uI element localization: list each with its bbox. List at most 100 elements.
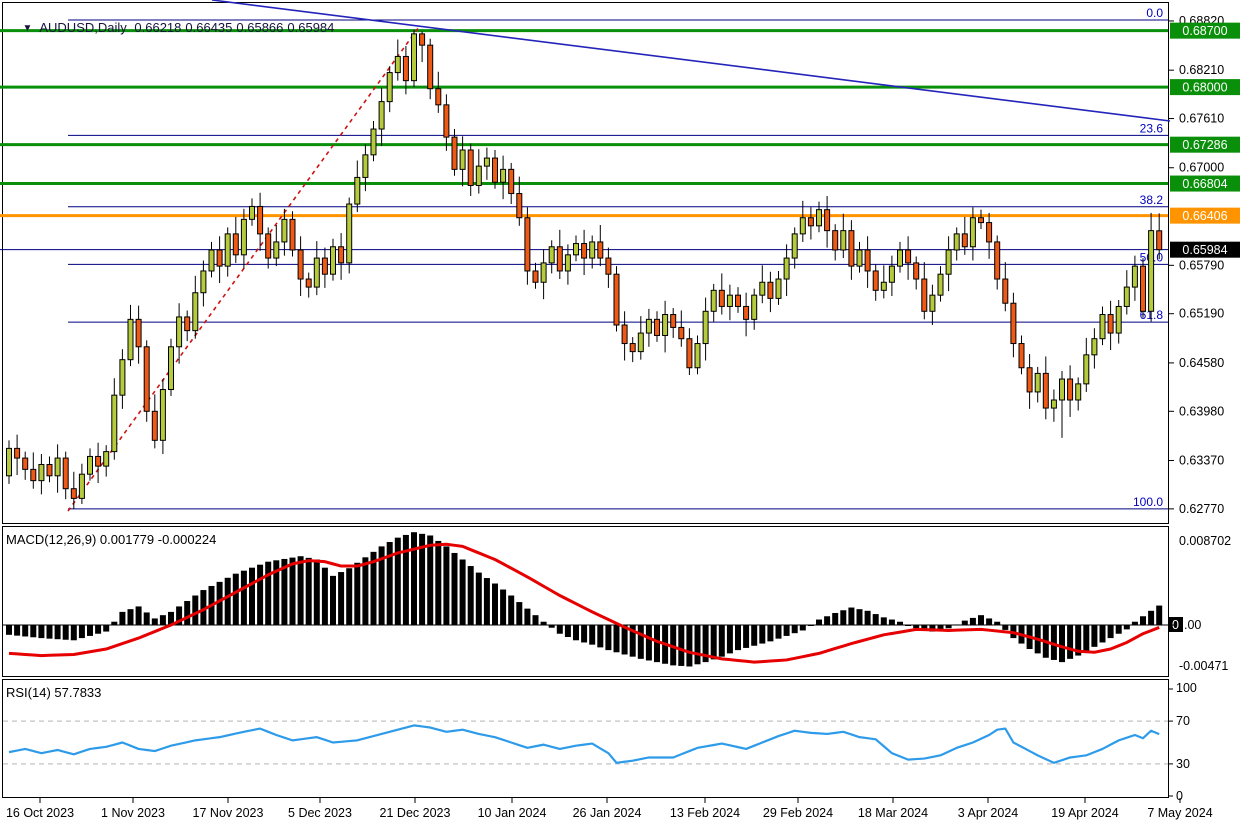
macd-bar <box>978 615 984 625</box>
macd-bar <box>840 610 846 625</box>
candle-body <box>120 360 125 395</box>
candle-body <box>1060 379 1065 400</box>
macd-bar <box>290 558 296 625</box>
candle-body <box>88 456 93 474</box>
macd-bar <box>857 609 863 625</box>
macd-bar <box>6 625 12 635</box>
candle-body <box>79 474 84 498</box>
candle-body <box>452 137 457 169</box>
candle-body <box>47 465 52 476</box>
macd-bar <box>565 625 571 637</box>
candle-body <box>1068 379 1073 400</box>
price-tick-label: 0.67610 <box>1179 112 1224 126</box>
candle-body <box>857 250 862 266</box>
macd-zero-label: .00 <box>1184 618 1201 632</box>
macd-bar <box>605 625 611 650</box>
macd-bar <box>832 613 838 625</box>
candle-body <box>233 234 238 255</box>
candle-body <box>1027 368 1032 392</box>
macd-bar <box>711 625 717 659</box>
fib-label-38.2: 38.2 <box>1140 193 1164 207</box>
candle-body <box>412 34 417 81</box>
candle-body <box>582 244 587 259</box>
candle-body <box>646 319 651 333</box>
candle-body <box>719 290 724 306</box>
candle-body <box>1035 373 1040 392</box>
candle-body <box>331 247 336 274</box>
macd-bar <box>678 625 684 666</box>
macd-bar <box>646 625 652 660</box>
price-tick-label: 0.67000 <box>1179 161 1224 175</box>
macd-bar <box>184 601 190 625</box>
macd-min-label: -0.00471 <box>1179 659 1228 673</box>
candle-body <box>622 325 627 344</box>
candle-body <box>1124 287 1129 306</box>
macd-bar <box>452 553 458 625</box>
candle-body <box>420 34 425 45</box>
macd-bar <box>792 625 798 633</box>
macd-bar <box>954 624 960 625</box>
candle-body <box>436 89 441 105</box>
candle-body <box>363 155 368 178</box>
candle-body <box>1084 355 1089 384</box>
candle-body <box>387 73 392 102</box>
date-label: 21 Dec 2023 <box>380 806 451 820</box>
candle-body <box>614 274 619 325</box>
macd-bar <box>14 625 20 636</box>
candle-body <box>1149 231 1154 312</box>
macd-bar <box>686 625 692 666</box>
candle-body <box>1051 400 1056 408</box>
chart-canvas[interactable]: 0.023.638.250.061.8100.00.688200.682100.… <box>0 0 1242 830</box>
macd-bar <box>873 614 879 625</box>
macd-bar <box>1002 625 1008 630</box>
macd-bar <box>735 625 741 650</box>
ohlc-low: 0.65866 <box>236 20 283 35</box>
candle-body <box>509 169 514 193</box>
macd-bar <box>47 625 53 639</box>
candle-body <box>1019 344 1024 368</box>
macd-bar <box>79 625 85 638</box>
candle-body <box>800 218 805 234</box>
candle-body <box>679 327 684 338</box>
rsi-indicator-label: RSI(14) 57.7833 <box>6 685 101 700</box>
macd-bar <box>897 622 903 625</box>
candle-body <box>873 271 878 290</box>
macd-bar <box>192 596 198 625</box>
candle-body <box>322 258 327 274</box>
candle-body <box>476 166 481 185</box>
price-tick-label: 0.65790 <box>1179 258 1224 272</box>
candle-body <box>169 347 174 390</box>
macd-bar <box>776 625 782 639</box>
symbol-menu-icon[interactable]: ▼ <box>22 23 32 34</box>
ohlc-high: 0.66435 <box>185 20 232 35</box>
candle-body <box>1076 384 1081 400</box>
candle-body <box>136 319 141 346</box>
chart-title: ▼AUDUSD,Daily 0.662180.664350.658660.659… <box>8 5 338 50</box>
candle-body <box>314 258 319 287</box>
rsi-panel <box>3 680 1169 798</box>
macd-bar <box>638 625 644 659</box>
date-label: 1 Nov 2023 <box>101 806 165 820</box>
macd-bar <box>225 578 231 625</box>
macd-bar <box>354 563 360 625</box>
price-tick-label: 0.63370 <box>1179 453 1224 467</box>
candle-body <box>193 293 198 331</box>
macd-bar <box>1140 616 1146 625</box>
macd-bar <box>298 556 304 625</box>
fib-label-23.6: 23.6 <box>1140 121 1164 135</box>
macd-bar <box>800 625 806 630</box>
macd-bar <box>1116 625 1122 634</box>
price-tick-label: 0.62770 <box>1179 502 1224 516</box>
macd-bar <box>1148 611 1154 625</box>
candle-body <box>128 319 133 359</box>
green-level-badge: 0.68000 <box>1182 81 1227 95</box>
macd-indicator-label: MACD(12,26,9) 0.001779 -0.000224 <box>6 532 216 547</box>
candle-body <box>695 344 700 368</box>
macd-bar <box>784 625 790 636</box>
macd-bar <box>946 625 952 628</box>
candle-body <box>549 247 554 263</box>
macd-bar <box>111 622 117 625</box>
candle-body <box>541 263 546 282</box>
candle-body <box>144 347 149 412</box>
macd-bar <box>751 625 757 646</box>
